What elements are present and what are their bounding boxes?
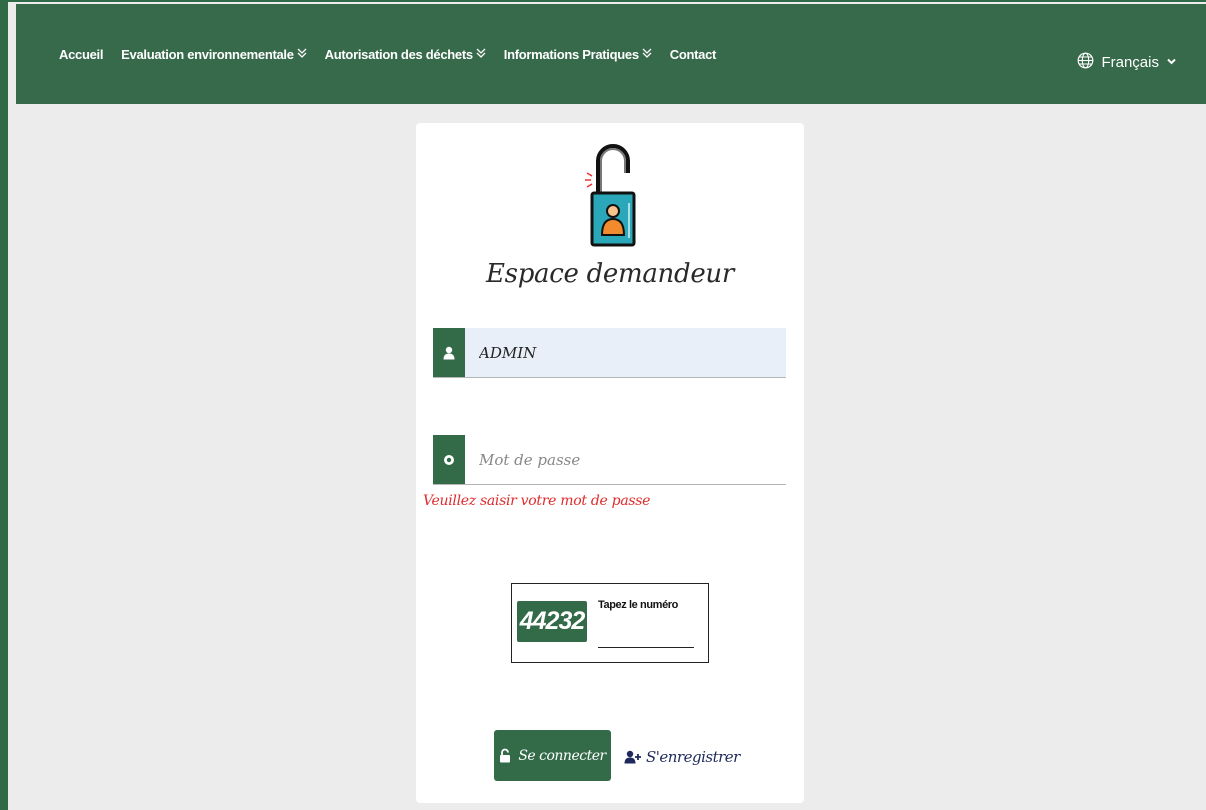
nav-item-autorisation[interactable]: Autorisation des déchets [325,47,486,62]
login-card: Espace demandeur Veuillez saisir votre m… [416,123,804,803]
login-button[interactable]: Se connecter [494,730,611,781]
captcha-box: 44232 Tapez le numéro [511,583,709,663]
captcha-code: 44232 [517,601,587,642]
password-error-message: Veuillez saisir votre mot de passe [423,493,651,509]
double-chevron-down-icon [476,48,486,61]
nav-item-accueil[interactable]: Accueil [59,47,103,62]
nav-item-label: Accueil [59,46,104,62]
nav-item-label: Evaluation environnementale [121,46,294,62]
nav-links: Accueil Evaluation environnementale Auto… [59,4,734,104]
key-icon [433,435,465,484]
language-selector[interactable]: Français [1077,52,1176,73]
top-navbar: Accueil Evaluation environnementale Auto… [16,4,1206,104]
unlock-icon [499,748,511,763]
username-field [433,328,786,378]
padlock-user-icon [584,133,644,248]
register-link-label: S'enregistrer [646,748,740,766]
password-field [433,435,786,485]
nav-item-label: Contact [669,46,717,62]
nav-item-label: Autorisation des déchets [324,46,473,62]
app-frame: Accueil Evaluation environnementale Auto… [0,0,1206,810]
user-plus-icon [624,750,642,764]
register-link[interactable]: S'enregistrer [624,748,740,766]
globe-icon [1077,52,1094,73]
login-button-label: Se connecter [518,747,606,764]
chevron-down-icon [1167,57,1176,68]
username-input[interactable] [465,328,786,377]
password-input[interactable] [465,435,786,484]
captcha-input[interactable] [598,626,694,648]
double-chevron-down-icon [642,48,652,61]
captcha-label: Tapez le numéro [598,599,678,611]
nav-item-evaluation[interactable]: Evaluation environnementale [121,47,307,62]
user-icon [433,328,465,377]
language-label: Français [1101,54,1159,71]
nav-item-label: Informations Pratiques [503,46,639,62]
page-title: Espace demandeur [485,259,734,289]
nav-item-contact[interactable]: Contact [669,46,717,62]
nav-item-informations[interactable]: Informations Pratiques [504,47,652,62]
double-chevron-down-icon [297,48,307,61]
